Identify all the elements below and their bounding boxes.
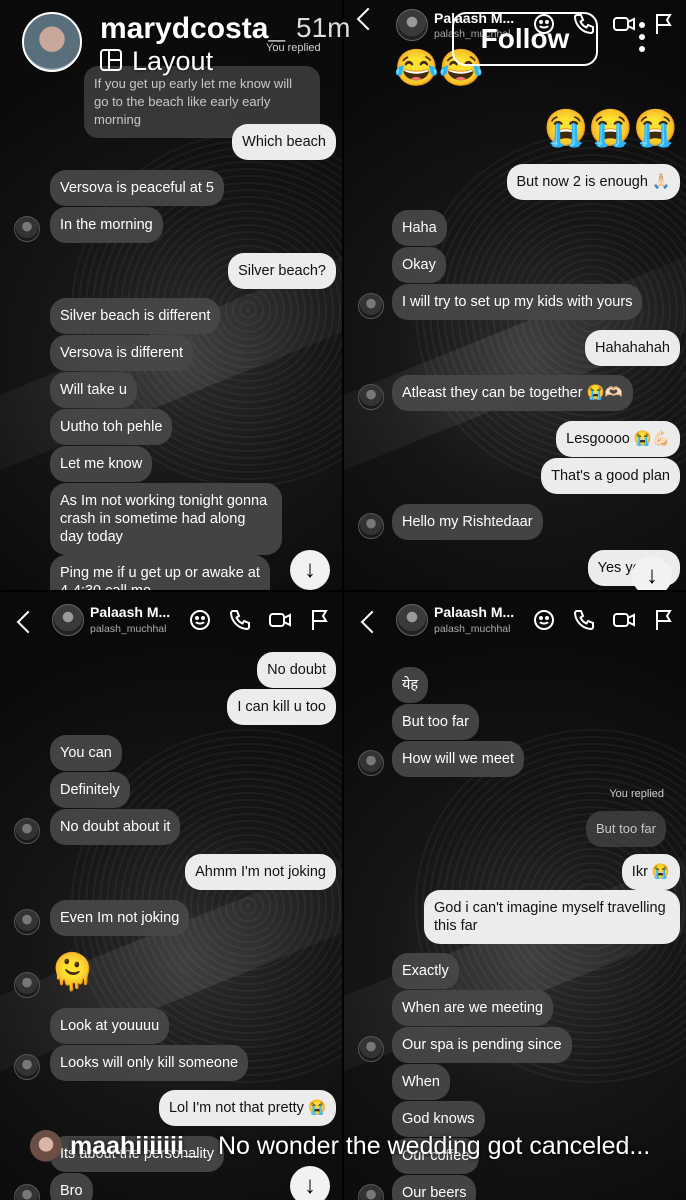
sticker-icon[interactable] xyxy=(188,608,212,632)
message-bubble: Uutho toh pehle xyxy=(50,409,173,445)
message-bubble: Bro xyxy=(50,1173,93,1200)
message-bubble: Even Im not joking xyxy=(50,900,190,936)
emoji-message: 😭😭😭 xyxy=(543,107,678,148)
chat-title[interactable]: Palaash M... xyxy=(90,604,170,620)
avatar[interactable] xyxy=(52,604,84,636)
message-bubble: Which beach xyxy=(232,124,336,160)
message-bubble: No doubt about it xyxy=(50,809,181,845)
replied-quote: But too far xyxy=(586,811,666,847)
message-bubble: That's a good plan xyxy=(541,458,680,494)
message-bubble: Our beers xyxy=(392,1175,477,1200)
sender-avatar xyxy=(358,513,384,539)
message-bubble: When xyxy=(392,1064,450,1100)
message-bubble: Lol I'm not that pretty 😭 xyxy=(158,1090,336,1126)
chat-username: palash_muchhal xyxy=(434,623,511,635)
message-bubble: Exactly xyxy=(392,953,459,989)
message-bubble: But now 2 is enough 🙏🏻 xyxy=(506,164,680,200)
message-bubble: Atleast they can be together 😭🫶🏻 xyxy=(392,375,633,411)
commenter-avatar[interactable] xyxy=(30,1130,62,1162)
commenter-username[interactable]: maahiiiiiii_ xyxy=(70,1132,198,1161)
message-bubble: Lesgoooo 😭💪🏻 xyxy=(556,421,680,457)
message-bubble: Okay xyxy=(392,247,446,283)
message-bubble: God i can't imagine myself travelling th… xyxy=(424,890,680,944)
phone-icon[interactable] xyxy=(572,608,596,632)
back-icon[interactable] xyxy=(356,7,380,31)
chat-panel-3: Palaash M... palash_muchhal No doubt I c… xyxy=(0,592,342,1200)
message-bubble: Ikr 😭 xyxy=(621,854,680,890)
sender-avatar xyxy=(14,1054,40,1080)
back-icon[interactable] xyxy=(16,610,40,634)
chat-header: Palaash M... palash_muchhal xyxy=(0,592,342,648)
sticker-icon[interactable] xyxy=(532,608,556,632)
more-options-icon[interactable] xyxy=(636,22,648,58)
message-bubble: Haha xyxy=(392,210,447,246)
video-icon[interactable] xyxy=(612,608,636,632)
message-bubble: Silver beach is different xyxy=(50,298,221,334)
message-bubble: Versova is peaceful at 5 xyxy=(50,170,224,206)
replied-label: You replied xyxy=(266,42,321,54)
message-bubble: Looks will only kill someone xyxy=(50,1045,249,1081)
comment: maahiiiiiii_ No wonder the wedding got c… xyxy=(0,1126,686,1170)
sender-avatar xyxy=(358,750,384,776)
follow-button[interactable]: Follow xyxy=(452,12,598,66)
video-icon[interactable] xyxy=(612,12,636,36)
message-bubble: You can xyxy=(50,735,122,771)
sender-avatar xyxy=(358,1036,384,1062)
flag-icon[interactable] xyxy=(308,608,332,632)
message-bubble: Look at youuuu xyxy=(50,1008,170,1044)
message-bubble: No doubt xyxy=(257,652,336,688)
chat-panel-2: Palaash M... palash_muchhal 😂😂 😭😭😭 But n… xyxy=(344,0,686,590)
message-bubble: As Im not working tonight gonna crash in… xyxy=(50,483,282,555)
message-bubble: I can kill u too xyxy=(227,689,336,725)
message-bubble: When are we meeting xyxy=(392,990,554,1026)
message-bubble: But too far xyxy=(392,704,479,740)
message-bubble: Let me know xyxy=(50,446,153,482)
emoji-message: 🫠 xyxy=(50,951,95,992)
sender-avatar xyxy=(14,909,40,935)
scroll-down-button[interactable]: ↓ xyxy=(290,550,330,590)
message-bubble: Definitely xyxy=(50,772,130,808)
sender-avatar xyxy=(14,216,40,242)
sender-avatar xyxy=(14,818,40,844)
scroll-down-button[interactable]: ↓ xyxy=(290,1166,330,1200)
sender-avatar xyxy=(358,293,384,319)
avatar[interactable] xyxy=(396,9,428,41)
video-icon[interactable] xyxy=(268,608,292,632)
chat-username: palash_muchhal xyxy=(90,623,167,635)
message-bubble: Hahahahah xyxy=(585,330,680,366)
message-bubble: Silver beach? xyxy=(228,253,336,289)
flag-icon[interactable] xyxy=(652,12,676,36)
phone-icon[interactable] xyxy=(228,608,252,632)
sender-avatar xyxy=(358,1184,384,1200)
message-bubble: In the morning xyxy=(50,207,163,243)
comment-text: No wonder the wedding got canceled... xyxy=(218,1132,651,1160)
message-bubble: येह xyxy=(392,667,429,703)
scroll-down-button[interactable]: ↓ xyxy=(632,556,672,590)
message-bubble: Ahmm I'm not joking xyxy=(185,854,336,890)
chat-panel-4: Palaash M... palash_muchhal येह But too … xyxy=(344,592,686,1200)
sender-avatar xyxy=(358,384,384,410)
avatar[interactable] xyxy=(396,604,428,636)
message-bubble: Hello my Rishtedaar xyxy=(392,504,543,540)
message-bubble: How will we meet xyxy=(392,741,524,777)
sender-avatar xyxy=(14,1184,40,1200)
chat-header: Palaash M... palash_muchhal xyxy=(344,592,686,648)
message-bubble: Versova is different xyxy=(50,335,194,371)
message-bubble: Will take u xyxy=(50,372,137,408)
chat-panel-1: You replied If you get up early let me k… xyxy=(0,0,342,590)
back-icon[interactable] xyxy=(360,610,384,634)
message-bubble: Ping me if u get up or awake at 4-4:30 c… xyxy=(50,555,270,590)
flag-icon[interactable] xyxy=(652,608,676,632)
sender-avatar xyxy=(14,972,40,998)
replied-label: You replied xyxy=(609,788,664,800)
message-bubble: I will try to set up my kids with yours xyxy=(392,284,643,320)
message-bubble: Our spa is pending since xyxy=(392,1027,572,1063)
chat-title[interactable]: Palaash M... xyxy=(434,604,514,620)
